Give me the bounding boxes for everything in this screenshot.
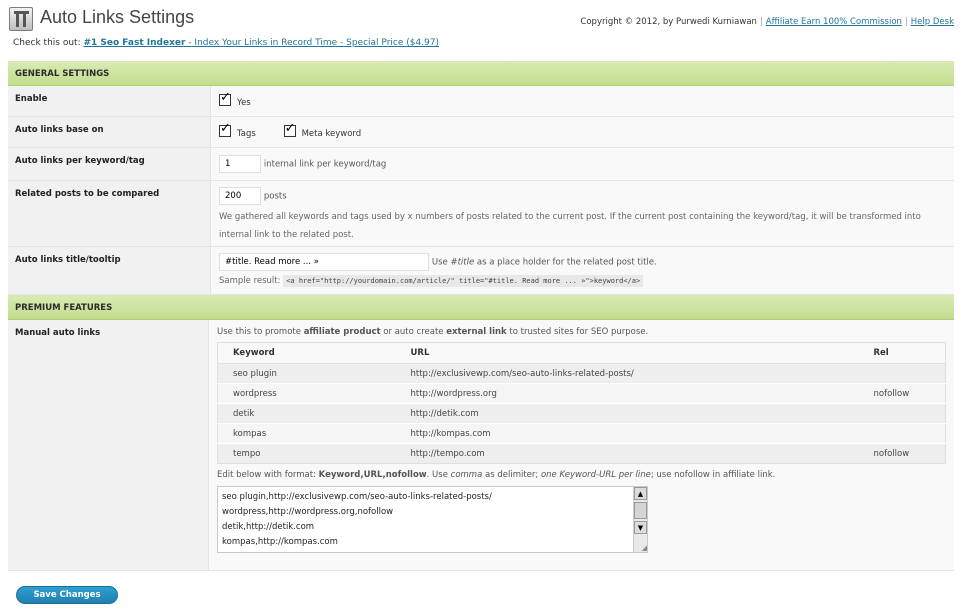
scroll-up-icon[interactable]: ▲ — [634, 487, 647, 500]
meta-keyword-checkbox[interactable] — [283, 121, 296, 137]
tags-label: Tags — [237, 129, 256, 139]
related-posts-input[interactable] — [219, 187, 261, 205]
enable-option-label: Yes — [237, 98, 251, 108]
promo-link[interactable]: #1 Seo Fast Indexer - Index Your Links i… — [83, 38, 439, 48]
row-enable: Enable Yes — [8, 86, 954, 117]
row-tooltip: Auto links title/tooltip Use #title as a… — [8, 247, 954, 295]
general-settings-heading: GENERAL SETTINGS — [8, 61, 954, 86]
edit-instructions: Edit below with format: Keyword,URL,nofo… — [217, 470, 776, 480]
table-row: kompas http://kompas.com — [217, 423, 946, 444]
scroll-down-icon[interactable]: ▼ — [634, 521, 647, 534]
promo-prefix: Check this out: — [13, 38, 84, 48]
sample-code: <a href="http://yourdomain.com/article/"… — [283, 275, 644, 287]
enable-checkbox[interactable] — [219, 90, 231, 106]
row-base-on: Auto links base on Tags Meta keyword — [8, 117, 954, 148]
textarea-line: detik,http://detik.com — [222, 522, 315, 532]
manual-intro: Use this to promote affiliate product or… — [217, 327, 649, 337]
links-table: Keyword URL Rel seo plugin http://exclusi… — [217, 342, 946, 464]
tooltip-label: Auto links title/tooltip — [15, 255, 121, 265]
manual-links-label: Manual auto links — [15, 328, 101, 338]
sample-result: Sample result: <a href="http://yourdomai… — [219, 272, 946, 290]
row-manual-links: Manual auto links Use this to promote af… — [8, 320, 954, 571]
links-textarea[interactable]: seo plugin,http://exclusivewp.com/seo-au… — [217, 486, 648, 553]
row-per-keyword: Auto links per keyword/tag internal link… — [8, 148, 954, 181]
related-posts-description: We gathered all keywords and tags used b… — [219, 212, 921, 240]
meta-keyword-label: Meta keyword — [301, 129, 362, 139]
row-related-posts: Related posts to be compared posts We ga… — [8, 181, 954, 247]
table-row: tempo http://tempo.com nofollow — [217, 443, 946, 464]
copyright-text: Copyright © 2012, by Purwedi Kurniawan — [580, 17, 757, 27]
col-url: URL — [395, 342, 859, 364]
affiliate-link[interactable]: Affiliate Earn 100% Commission — [766, 17, 902, 27]
textarea-line: wordpress,http://wordpress.org,nofollow — [222, 507, 394, 517]
table-row: detik http://detik.com — [217, 403, 946, 424]
resize-grip-icon[interactable]: ◢ — [642, 544, 647, 552]
col-rel: Rel — [858, 342, 946, 364]
textarea-line: kompas,http://kompas.com — [222, 537, 338, 547]
table-row: wordpress http://wordpress.org nofollow — [217, 383, 946, 404]
base-on-label: Auto links base on — [15, 125, 104, 135]
premium-features-heading: PREMIUM FEATURES — [8, 295, 954, 320]
promo-banner: Check this out: #1 Seo Fast Indexer - In… — [13, 38, 439, 48]
tooltip-input[interactable] — [219, 253, 429, 271]
settings-form: GENERAL SETTINGS Enable Yes Auto links b… — [8, 61, 954, 571]
table-row: seo plugin http://exclusivewp.com/seo-aut… — [217, 363, 946, 384]
plugin-icon — [9, 7, 33, 31]
tooltip-hint: Use #title as a place holder for the rel… — [431, 257, 657, 268]
enable-label: Enable — [15, 94, 48, 104]
page-title: Auto Links Settings — [40, 7, 195, 27]
related-posts-hint: posts — [263, 191, 287, 202]
help-desk-link[interactable]: Help Desk — [911, 17, 954, 27]
per-keyword-input[interactable] — [219, 155, 261, 173]
header-credits: Copyright © 2012, by Purwedi Kurniawan | A… — [580, 17, 954, 27]
col-keyword: Keyword — [217, 342, 396, 364]
textarea-line: seo plugin,http://exclusivewp.com/seo-au… — [222, 492, 492, 502]
save-changes-button[interactable]: Save Changes — [16, 586, 118, 604]
per-keyword-label: Auto links per keyword/tag — [15, 156, 145, 166]
per-keyword-hint: internal link per keyword/tag — [263, 159, 387, 170]
tags-checkbox[interactable] — [219, 121, 231, 137]
scroll-thumb[interactable] — [634, 502, 647, 519]
related-posts-label: Related posts to be compared — [15, 189, 160, 199]
textarea-scrollbar[interactable]: ▲ ▼ — [633, 487, 647, 552]
